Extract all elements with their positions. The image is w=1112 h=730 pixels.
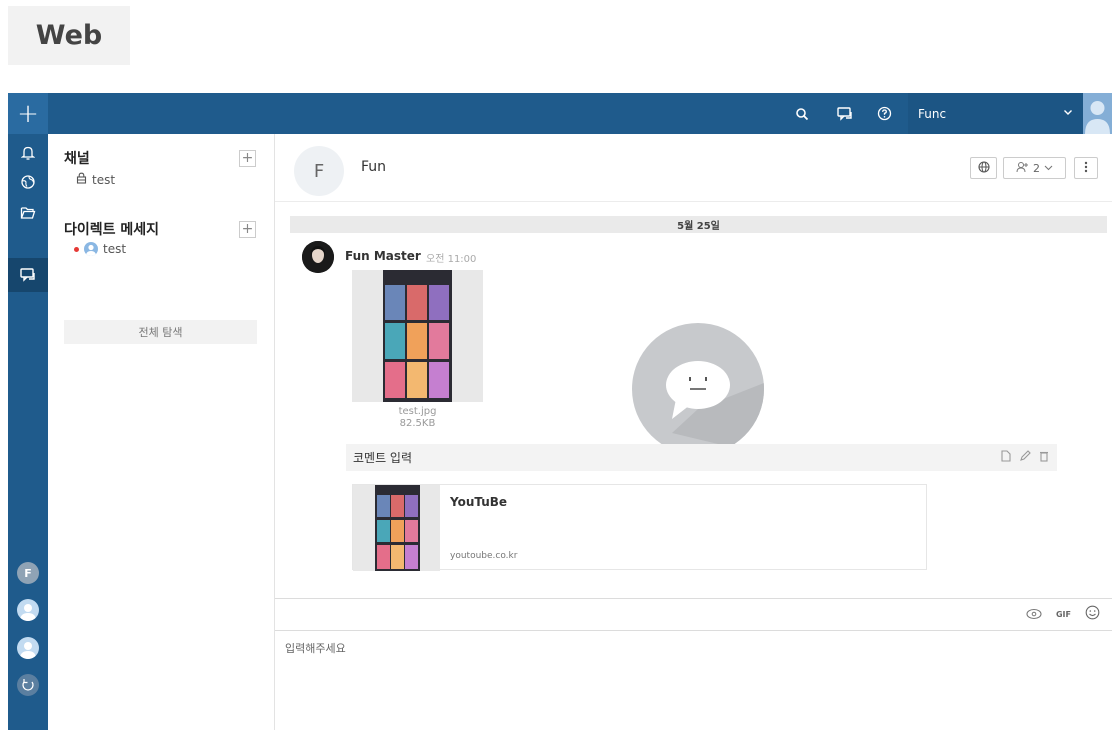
comment-label: 코멘트 입력 <box>353 451 413 465</box>
mention-icon[interactable] <box>1026 605 1042 624</box>
author-avatar[interactable] <box>302 241 334 273</box>
add-user-icon <box>1016 161 1029 176</box>
members-button[interactable]: 2 <box>1003 157 1066 179</box>
member-count: 2 <box>1033 161 1040 175</box>
messages-icon[interactable] <box>8 258 48 292</box>
user-avatar[interactable] <box>17 637 39 659</box>
channel-avatar: F <box>294 146 344 196</box>
channels-title: 채널 <box>64 151 90 167</box>
browse-all-button[interactable]: 전체 탐색 <box>64 320 257 344</box>
chevron-down-icon <box>1063 106 1073 120</box>
channel-header: F Fun 2 <box>275 134 1112 202</box>
status-dot <box>74 246 79 252</box>
more-vertical-icon <box>1084 161 1088 176</box>
help-icon[interactable] <box>869 93 899 134</box>
user-avatar[interactable] <box>17 599 39 621</box>
message-input[interactable] <box>275 632 1112 730</box>
globe-icon <box>977 160 990 176</box>
refresh-icon[interactable] <box>17 674 39 696</box>
search-icon[interactable] <box>787 93 817 134</box>
messenger-app: + Func F 채널 + test 다이렉트 메세지 + test 전체 탐색… <box>8 93 1112 730</box>
lock-icon <box>76 172 87 187</box>
add-button[interactable]: + <box>8 93 48 134</box>
message-author[interactable]: Fun Master <box>345 249 421 263</box>
file-name[interactable]: test.jpg <box>352 406 483 418</box>
channel-name: Fun <box>361 159 387 175</box>
channel-main: F Fun 2 5월 25일 Fun Master 오전 11:00 test.… <box>275 134 1112 730</box>
more-options-button[interactable] <box>1074 157 1098 179</box>
link-preview-card[interactable]: YouTuBe youtoube.co.kr <box>352 484 927 571</box>
globe-icon[interactable] <box>8 165 48 199</box>
add-channel-button[interactable]: + <box>239 150 256 167</box>
edit-icon[interactable] <box>1019 450 1031 465</box>
dm-title: 다이렉트 메세지 <box>64 222 160 238</box>
emoji-icon[interactable] <box>1085 605 1100 624</box>
chevron-down-icon <box>1044 162 1053 175</box>
image-attachment[interactable] <box>352 270 483 402</box>
file-size: 82.5KB <box>399 418 436 429</box>
my-avatar[interactable] <box>1083 93 1112 134</box>
workspace-name: Func <box>918 106 947 121</box>
gif-button[interactable]: GIF <box>1056 610 1071 619</box>
channel-sidebar: 채널 + test 다이렉트 메세지 + test 전체 탐색 <box>48 134 275 730</box>
chat-bubble-icon <box>632 323 764 455</box>
workspace-select[interactable]: Func <box>908 93 1083 134</box>
trash-icon[interactable] <box>1039 450 1049 465</box>
platform-label: Web <box>8 6 130 65</box>
link-preview-url[interactable]: youtoube.co.kr <box>450 551 517 561</box>
top-bar: + Func <box>8 93 1112 134</box>
link-preview-thumbnail <box>353 485 440 571</box>
message-composer: GIF <box>275 598 1112 730</box>
add-dm-button[interactable]: + <box>239 221 256 238</box>
left-rail: F <box>8 134 48 730</box>
date-divider: 5월 25일 <box>290 216 1107 233</box>
user-avatar <box>84 242 98 256</box>
sidebar-item-label: test <box>103 242 127 256</box>
chat-icon[interactable] <box>830 93 860 134</box>
folder-icon[interactable] <box>8 196 48 230</box>
workspace-avatar[interactable]: F <box>17 562 39 584</box>
sidebar-item-label: test <box>92 172 116 187</box>
sidebar-item-channel[interactable]: test <box>76 172 115 187</box>
file-icon[interactable] <box>1001 450 1011 465</box>
comment-input-bar[interactable]: 코멘트 입력 <box>346 444 1057 471</box>
sidebar-item-dm[interactable]: test <box>74 242 126 256</box>
composer-toolbar: GIF <box>275 599 1112 631</box>
message-time: 오전 11:00 <box>426 254 477 265</box>
link-preview-title[interactable]: YouTuBe <box>450 495 507 509</box>
globe-button[interactable] <box>970 157 997 179</box>
